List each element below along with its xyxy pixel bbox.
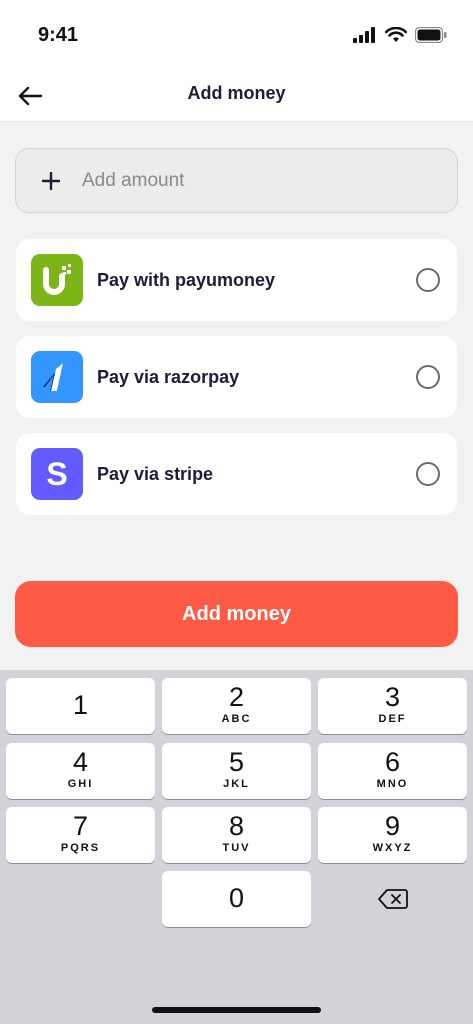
key-9[interactable]: 9 WXYZ [318, 807, 467, 863]
page-title: Add money [187, 83, 286, 103]
key-7[interactable]: 7 PQRS [6, 807, 155, 863]
key-digit: 5 [228, 747, 245, 777]
payment-radio-razorpay[interactable] [416, 365, 440, 389]
razorpay-logo-icon [31, 351, 83, 403]
key-digit: 1 [72, 690, 89, 720]
key-digit: 4 [72, 747, 89, 777]
key-digit: 8 [228, 811, 245, 841]
key-8[interactable]: 8 TUV [162, 807, 311, 863]
payment-option-stripe[interactable]: S Pay via stripe [16, 433, 457, 515]
amount-field[interactable] [15, 148, 458, 213]
home-indicator [152, 1007, 321, 1013]
signal-icon [353, 27, 375, 43]
key-digit: 6 [384, 747, 401, 777]
key-3[interactable]: 3 DEF [318, 678, 467, 734]
payment-radio-stripe[interactable] [416, 462, 440, 486]
battery-icon [415, 27, 447, 43]
delete-key[interactable] [318, 871, 467, 927]
stripe-logo-icon: S [31, 448, 83, 500]
stripe-logo-letter: S [46, 455, 68, 492]
payment-option-label: Pay with payumoney [97, 269, 276, 290]
add-money-button[interactable]: Add money [15, 581, 458, 647]
key-digit: 7 [72, 811, 89, 841]
key-letters: DEF [378, 713, 407, 725]
numeric-keypad: 1 2 ABC 3 DEF 4 GHI 5 JKL 6 MNO 7 PQRS 8… [0, 670, 473, 1024]
payment-option-payumoney[interactable]: Pay with payumoney [16, 239, 457, 321]
plus-icon [40, 170, 62, 192]
payumoney-logo-icon [31, 254, 83, 306]
key-letters: WXYZ [372, 842, 413, 854]
wifi-icon [385, 27, 407, 42]
backspace-icon [377, 889, 408, 909]
app-header: Add money [0, 70, 473, 122]
key-0[interactable]: 0 [162, 871, 311, 927]
key-2[interactable]: 2 ABC [162, 678, 311, 734]
key-digit: 2 [228, 682, 245, 712]
key-5[interactable]: 5 JKL [162, 743, 311, 799]
key-letters: JKL [223, 778, 250, 790]
payment-radio-payumoney[interactable] [416, 268, 440, 292]
payment-option-label: Pay via stripe [97, 463, 214, 484]
payment-option-razorpay[interactable]: Pay via razorpay [16, 336, 457, 418]
key-digit: 9 [384, 811, 401, 841]
status-time: 9:41 [38, 24, 79, 46]
key-digit: 0 [228, 883, 245, 913]
key-letters: ABC [221, 713, 252, 725]
key-6[interactable]: 6 MNO [318, 743, 467, 799]
key-1[interactable]: 1 [6, 678, 155, 734]
key-digit: 3 [384, 682, 401, 712]
payment-option-label: Pay via razorpay [97, 366, 240, 387]
amount-input[interactable] [82, 160, 457, 201]
key-letters: GHI [67, 778, 94, 790]
status-bar: 9:41 [0, 0, 473, 70]
key-letters: PQRS [60, 842, 101, 854]
status-icons [353, 26, 447, 44]
key-letters: TUV [222, 842, 251, 854]
key-letters: MNO [376, 778, 409, 790]
key-4[interactable]: 4 GHI [6, 743, 155, 799]
